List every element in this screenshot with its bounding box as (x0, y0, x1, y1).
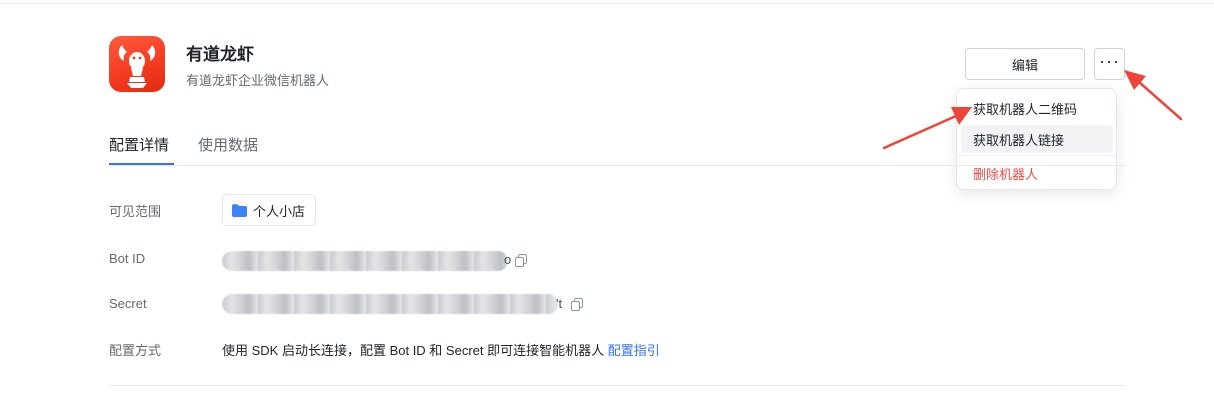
tab-usage-data[interactable]: 使用数据 (198, 134, 258, 155)
tab-config-details[interactable]: 配置详情 (109, 134, 169, 155)
lobster-icon (109, 36, 165, 92)
menu-item-get-link[interactable]: 获取机器人链接 (961, 125, 1113, 153)
config-guide-link[interactable]: 配置指引 (608, 343, 660, 358)
tabs-divider (109, 165, 1125, 166)
scope-chip[interactable]: 个人小店 (222, 194, 317, 226)
secret-copy-icon[interactable] (571, 298, 583, 311)
secret-visible-tail: 't (556, 296, 563, 311)
config-method-description: 使用 SDK 启动长连接，配置 Bot ID 和 Secret 即可连接智能机器… (222, 340, 660, 359)
secret-label: Secret (109, 296, 147, 311)
arrow-to-more-button (1124, 70, 1183, 121)
more-options-button[interactable]: ··· (1094, 48, 1125, 80)
edit-button[interactable]: 编辑 (965, 48, 1085, 80)
scope-label: 可见范围 (109, 204, 162, 219)
menu-item-get-qrcode[interactable]: 获取机器人二维码 (961, 94, 1113, 122)
bot-id-copy-icon[interactable] (515, 254, 527, 267)
bottom-divider (109, 385, 1125, 386)
secret-redacted-value (222, 294, 558, 314)
folder-icon (232, 203, 247, 217)
menu-divider (957, 155, 1116, 156)
config-method-text: 使用 SDK 启动长连接，配置 Bot ID 和 Secret 即可连接智能机器… (222, 343, 605, 358)
config-method-label: 配置方式 (109, 343, 162, 358)
more-options-dropdown: 获取机器人二维码 获取机器人链接 删除机器人 (956, 88, 1117, 190)
menu-item-delete-bot[interactable]: 删除机器人 (961, 159, 1113, 187)
app-title: 有道龙虾 (186, 45, 254, 64)
app-subtitle: 有道龙虾企业微信机器人 (186, 73, 330, 88)
bot-id-redacted-value (222, 251, 508, 271)
top-divider (0, 3, 1214, 4)
more-dots-icon: ··· (1099, 51, 1120, 71)
bot-id-visible-tail: o (504, 252, 512, 267)
scope-value: 个人小店 (253, 203, 306, 219)
bot-id-label: Bot ID (109, 251, 146, 266)
